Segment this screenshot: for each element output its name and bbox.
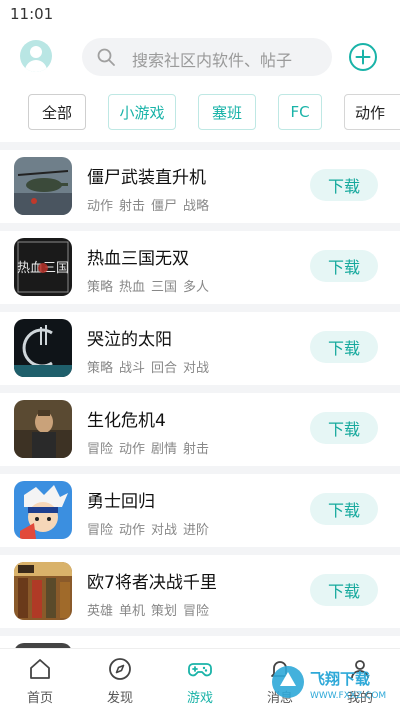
download-button[interactable]: 下载 — [310, 169, 378, 201]
game-title: 勇士回归 — [87, 492, 155, 512]
list-divider — [0, 142, 400, 150]
watermark-logo: 飞翔下载 WWW.FXXZ.COM — [272, 666, 386, 701]
game-tag: 剧情 — [151, 442, 178, 457]
category-chip-all[interactable]: 全部 — [28, 94, 86, 130]
game-tag: 动作 — [87, 199, 114, 214]
svg-text:WWW.FXXZ.COM: WWW.FXXZ.COM — [310, 691, 386, 701]
game-tags: 英雄 单机 策划 冒险 — [87, 600, 215, 619]
compass-icon — [109, 658, 131, 680]
list-divider — [0, 547, 400, 555]
game-tag: 僵尸 — [151, 199, 178, 214]
svg-text:飞翔下载: 飞翔下载 — [310, 670, 370, 688]
game-tag: 进阶 — [183, 523, 210, 538]
list-divider — [0, 304, 400, 312]
game-tag: 冒险 — [183, 604, 210, 619]
tab-discover[interactable]: 发现 — [90, 649, 150, 712]
status-time: 11:01 — [10, 5, 54, 23]
game-tag: 多人 — [183, 280, 210, 295]
search-placeholder: 搜索社区内软件、帖子 — [132, 51, 293, 70]
download-button[interactable]: 下载 — [310, 331, 378, 363]
game-thumbnail — [14, 562, 72, 620]
tab-games[interactable]: 游戏 — [170, 649, 230, 712]
list-divider — [0, 466, 400, 474]
game-tag: 动作 — [119, 523, 146, 538]
game-list-item[interactable]: 僵尸武装直升机 动作 射击 僵尸 战略 下载 — [0, 150, 400, 223]
list-divider — [0, 628, 400, 636]
game-tag: 热血 — [119, 280, 146, 295]
download-button[interactable]: 下载 — [310, 412, 378, 444]
game-title: 僵尸武装直升机 — [87, 168, 206, 188]
tab-label: 首页 — [26, 691, 53, 706]
download-button[interactable]: 下载 — [310, 574, 378, 606]
game-title: 欧7将者决战千里 — [87, 573, 217, 593]
category-chip-symbian[interactable]: 塞班 — [198, 94, 256, 130]
category-chip-fc[interactable]: FC — [278, 94, 322, 130]
avatar-head-icon — [30, 46, 42, 58]
game-tag: 对战 — [183, 361, 210, 376]
game-tags: 策略 热血 三国 多人 — [87, 276, 215, 295]
game-list-item[interactable]: 欧7将者决战千里 英雄 单机 策划 冒险 下载 — [0, 555, 400, 628]
game-tag: 冒险 — [87, 442, 114, 457]
game-tags: 冒险 动作 对战 进阶 — [87, 519, 215, 538]
game-title: 生化危机4 — [87, 411, 166, 431]
status-bar: 11:01 — [0, 0, 400, 28]
list-divider — [0, 385, 400, 393]
download-button[interactable]: 下载 — [310, 250, 378, 282]
game-tag: 对战 — [151, 523, 178, 538]
game-tag: 动作 — [119, 442, 146, 457]
game-thumbnail — [14, 319, 72, 377]
category-chip-action[interactable]: 动作 — [344, 94, 400, 130]
game-tag: 单机 — [119, 604, 146, 619]
game-tag: 三国 — [151, 280, 178, 295]
search-icon — [97, 48, 115, 66]
tab-label: 发现 — [106, 691, 133, 706]
game-tag: 射击 — [183, 442, 210, 457]
game-title: 哭泣的太阳 — [87, 330, 172, 350]
game-tag: 策划 — [151, 604, 178, 619]
category-bar: 全部 小游戏 塞班 FC 动作 — [0, 94, 400, 132]
tab-home[interactable]: 首页 — [10, 649, 70, 712]
gamepad-icon — [188, 663, 212, 677]
game-tag: 射击 — [119, 199, 146, 214]
game-thumbnail: 热血三国 — [14, 238, 72, 296]
game-list-item-partial[interactable] — [0, 636, 400, 648]
game-tag: 战斗 — [119, 361, 146, 376]
game-thumbnail — [14, 400, 72, 458]
game-tag: 英雄 — [87, 604, 114, 619]
game-tag: 冒险 — [87, 523, 114, 538]
add-button[interactable] — [348, 42, 378, 72]
game-list-item[interactable]: 生化危机4 冒险 动作 剧情 射击 下载 — [0, 393, 400, 466]
game-list-item[interactable]: 勇士回归 冒险 动作 对战 进阶 下载 — [0, 474, 400, 547]
download-button[interactable]: 下载 — [310, 493, 378, 525]
category-chip-minigame[interactable]: 小游戏 — [108, 94, 176, 130]
game-thumbnail — [14, 157, 72, 215]
game-tag: 策略 — [87, 361, 114, 376]
game-tag: 回合 — [151, 361, 178, 376]
game-tags: 策略 战斗 回合 对战 — [87, 357, 215, 376]
game-title: 热血三国无双 — [87, 249, 189, 269]
game-tag: 战略 — [183, 199, 210, 214]
avatar[interactable] — [20, 40, 52, 72]
game-tags: 冒险 动作 剧情 射击 — [87, 438, 215, 457]
game-thumbnail — [14, 481, 72, 539]
top-bar: 搜索社区内软件、帖子 — [0, 34, 400, 82]
home-icon — [30, 659, 50, 679]
list-divider — [0, 223, 400, 231]
game-list-item[interactable]: 热血三国 热血三国无双 策略热血三国多人 下载 — [0, 231, 400, 304]
game-list-item[interactable]: 哭泣的太阳 策略 战斗 回合 对战 下载 — [0, 312, 400, 385]
game-tag: 策略 — [87, 280, 114, 295]
game-tags: 动作 射击 僵尸 战略 — [87, 195, 215, 214]
tab-label: 游戏 — [186, 691, 213, 706]
avatar-body-icon — [25, 60, 47, 72]
search-bar[interactable]: 搜索社区内软件、帖子 — [82, 38, 332, 76]
